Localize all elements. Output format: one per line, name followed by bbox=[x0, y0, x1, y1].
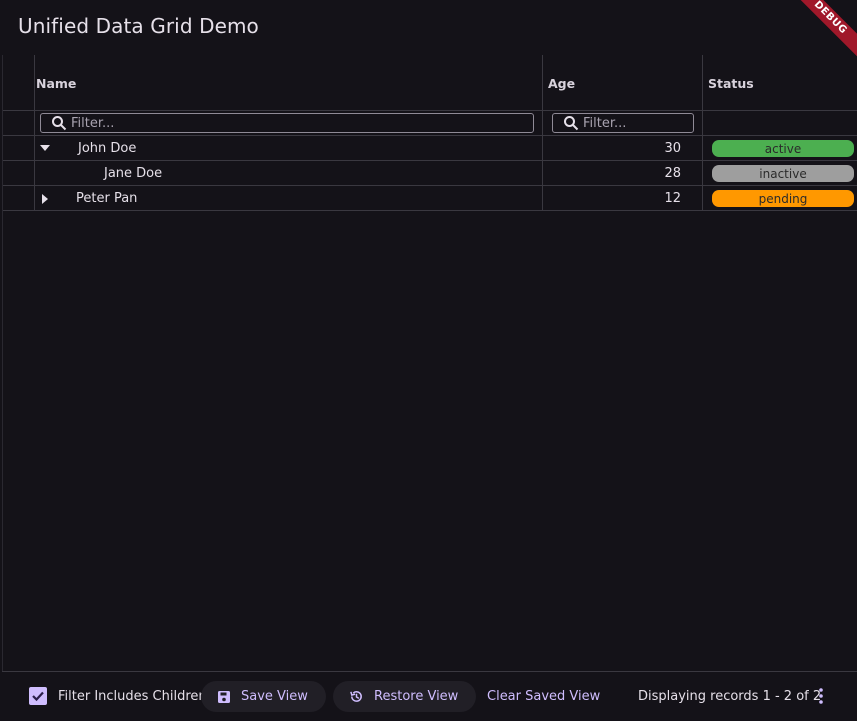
cell-name: Jane Doe bbox=[104, 166, 163, 181]
app-title: Unified Data Grid Demo bbox=[18, 14, 259, 38]
grid-footer: Filter Includes Children Save View Resto… bbox=[2, 671, 857, 721]
header-divider bbox=[3, 110, 857, 111]
save-icon bbox=[218, 690, 230, 703]
status-badge: pending bbox=[712, 190, 854, 207]
age-filter-input[interactable]: Filter... bbox=[552, 113, 694, 133]
cell-age: 28 bbox=[664, 166, 681, 181]
status-badge: active bbox=[712, 140, 854, 157]
data-grid: Name Age Status Filter... Filter... John… bbox=[2, 55, 857, 671]
caret-down-icon[interactable] bbox=[39, 143, 51, 153]
filter-children-checkbox[interactable] bbox=[29, 687, 47, 705]
search-icon bbox=[52, 116, 67, 131]
more-vert-icon[interactable] bbox=[818, 687, 824, 705]
search-icon bbox=[564, 116, 579, 131]
filter-children-label: Filter Includes Children bbox=[58, 689, 207, 704]
caret-right-icon[interactable] bbox=[40, 193, 50, 205]
debug-banner: DEBUG bbox=[785, 0, 857, 63]
save-view-label: Save View bbox=[241, 689, 308, 704]
check-icon bbox=[32, 691, 44, 702]
clear-saved-view-button[interactable]: Clear Saved View bbox=[487, 689, 600, 704]
column-header-name[interactable]: Name bbox=[36, 76, 76, 91]
restore-view-button[interactable]: Restore View bbox=[333, 681, 477, 712]
table-row[interactable]: Jane Doe 28 inactive bbox=[3, 161, 857, 186]
history-icon bbox=[350, 691, 362, 702]
name-filter-placeholder: Filter... bbox=[71, 115, 115, 131]
status-badge: inactive bbox=[712, 165, 854, 182]
cell-age: 12 bbox=[664, 191, 681, 206]
column-header-age[interactable]: Age bbox=[548, 76, 575, 91]
restore-view-label: Restore View bbox=[374, 689, 459, 704]
table-row[interactable]: John Doe 30 active bbox=[3, 136, 857, 161]
column-header-status[interactable]: Status bbox=[708, 76, 754, 91]
records-count: Displaying records 1 - 2 of 2 bbox=[638, 689, 822, 704]
cell-age: 30 bbox=[664, 141, 681, 156]
name-filter-input[interactable]: Filter... bbox=[40, 113, 534, 133]
table-row[interactable]: Peter Pan 12 pending bbox=[3, 186, 857, 211]
cell-name: John Doe bbox=[78, 141, 137, 156]
age-filter-placeholder: Filter... bbox=[583, 115, 627, 131]
cell-name: Peter Pan bbox=[76, 191, 138, 206]
save-view-button[interactable]: Save View bbox=[201, 681, 326, 712]
